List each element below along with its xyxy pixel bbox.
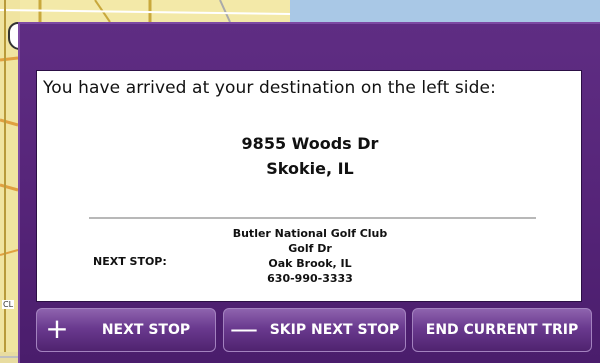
next-stop-details: Butler National Golf Club Golf Dr Oak Br… [220, 226, 400, 286]
minus-icon: — [230, 311, 258, 345]
end-current-trip-button-label: END CURRENT TRIP [425, 322, 579, 338]
arrival-message: You have arrived at your destination on … [43, 78, 496, 98]
destination-street: 9855 Woods Dr [241, 134, 379, 153]
destination-address: 9855 Woods Dr Skokie, IL [37, 131, 583, 181]
next-stop-street: Golf Dr [288, 242, 332, 255]
skip-next-stop-button-label: SKIP NEXT STOP [269, 322, 400, 338]
destination-city: Skokie, IL [266, 159, 354, 178]
next-stop-button[interactable]: + NEXT STOP [36, 308, 216, 352]
divider [89, 217, 536, 219]
next-stop-name: Butler National Golf Club [232, 227, 388, 240]
plus-icon: + [45, 311, 69, 345]
end-current-trip-button[interactable]: END CURRENT TRIP [412, 308, 592, 352]
next-stop-button-label: NEXT STOP [101, 322, 191, 338]
map-edge-label: CL [2, 300, 15, 309]
next-stop-city: Oak Brook, IL [268, 257, 352, 270]
arrival-content-panel: You have arrived at your destination on … [36, 70, 582, 302]
next-stop-phone: 630-990-3333 [267, 272, 353, 285]
next-stop-label: NEXT STOP: [93, 255, 167, 268]
skip-next-stop-button[interactable]: — SKIP NEXT STOP [223, 308, 406, 352]
